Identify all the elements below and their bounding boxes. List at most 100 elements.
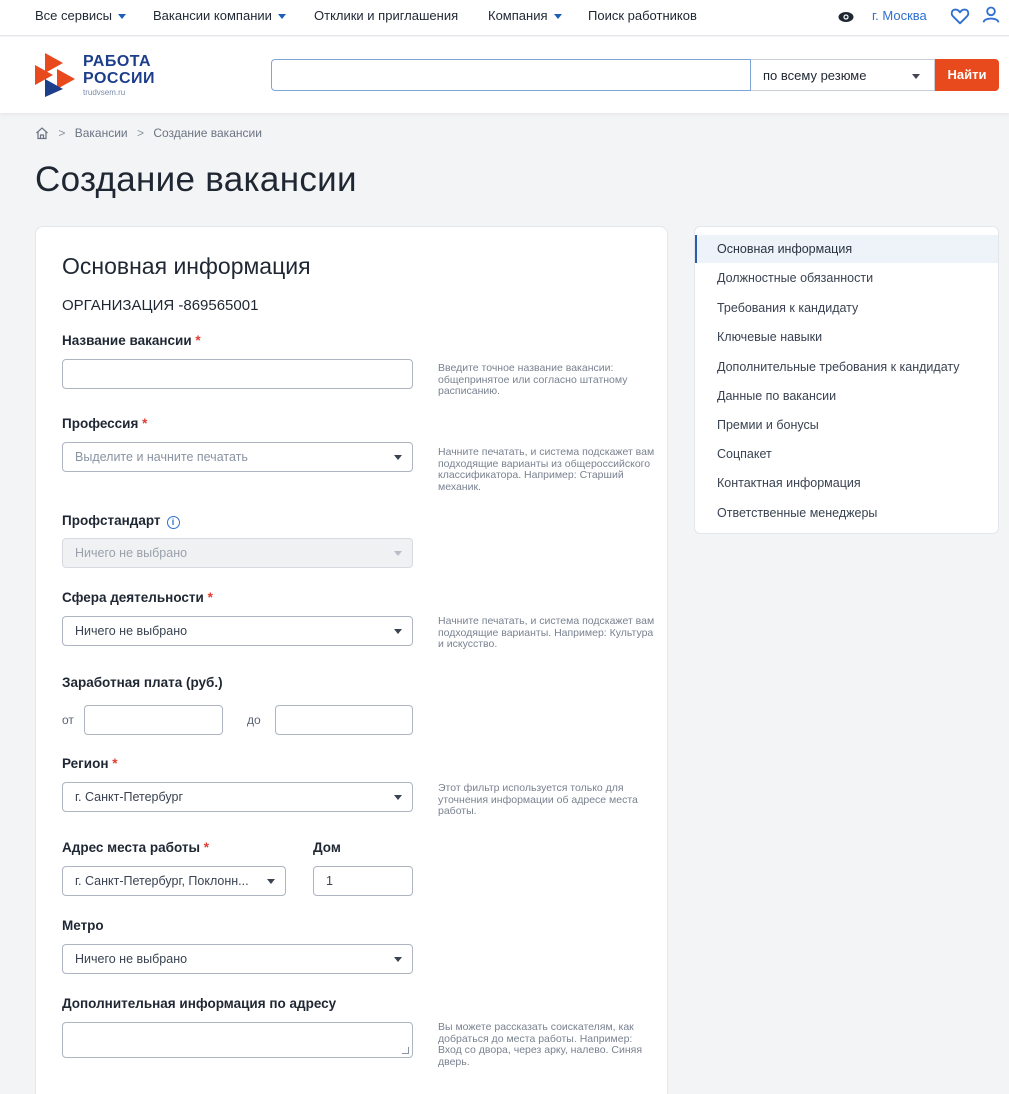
address-label-text: Адрес места работы	[62, 840, 200, 855]
sidebar-item-vacancy-data[interactable]: Данные по вакансии	[695, 382, 998, 410]
salary-to-input[interactable]	[275, 705, 413, 735]
search-button[interactable]: Найти	[935, 59, 999, 91]
city-selector[interactable]: г. Москва	[872, 8, 927, 23]
vacancy-name-hint: Введите точное название вакансии: общепр…	[438, 362, 628, 397]
profession-select[interactable]: Выделите и начните печатать	[62, 442, 413, 472]
breadcrumb-current: Создание вакансии	[153, 126, 262, 140]
sidebar-item-bonuses[interactable]: Премии и бонусы	[695, 411, 998, 439]
heart-icon[interactable]	[949, 5, 971, 27]
sidebar-item-extra-requirements[interactable]: Дополнительные требования к кандидату	[695, 353, 998, 381]
search-scope-value: по всему резюме	[763, 68, 867, 83]
address-value: г. Санкт-Петербург, Поклонн...	[75, 874, 249, 888]
logo-text-line1: РАБОТА	[83, 53, 152, 70]
sidebar-item-key-skills[interactable]: Ключевые навыки	[695, 323, 998, 351]
extra-address-textarea[interactable]	[62, 1022, 413, 1058]
logo-mark-icon	[35, 53, 75, 97]
eye-icon[interactable]	[838, 9, 854, 25]
salary-to-label: до	[247, 713, 261, 727]
site-logo[interactable]: РАБОТА РОССИИ trudvsem.ru	[35, 51, 165, 101]
sidebar-item-contacts[interactable]: Контактная информация	[695, 469, 998, 497]
search-input[interactable]	[271, 59, 751, 91]
required-mark: *	[195, 333, 201, 348]
chevron-down-icon	[267, 879, 275, 884]
salary-from-input[interactable]	[84, 705, 223, 735]
profstandard-label: Профстандарт i	[62, 513, 180, 529]
search-scope-select[interactable]: по всему резюме	[751, 59, 935, 91]
breadcrumb: > Вакансии > Создание вакансии	[35, 126, 262, 140]
nav-responses-invitations[interactable]: Отклики и приглашения	[314, 8, 458, 23]
vacancy-name-input[interactable]	[62, 359, 413, 389]
address-label: Адрес места работы *	[62, 840, 209, 855]
profstandard-value: Ничего не выбрано	[75, 546, 188, 560]
region-value: г. Санкт-Петербург	[75, 790, 184, 804]
house-input[interactable]: 1	[313, 866, 413, 896]
chevron-down-icon	[394, 551, 402, 556]
address-select[interactable]: г. Санкт-Петербург, Поклонн...	[62, 866, 286, 896]
chevron-down-icon	[394, 795, 402, 800]
chevron-down-icon	[394, 455, 402, 460]
extra-address-hint: Вы можете рассказать соискателям, как до…	[438, 1021, 643, 1068]
chevron-down-icon	[394, 629, 402, 634]
chevron-down-icon	[277, 14, 286, 20]
user-icon[interactable]	[980, 4, 1002, 26]
sidebar-item-requirements[interactable]: Требования к кандидату	[695, 294, 998, 322]
metro-select[interactable]: Ничего не выбрано	[62, 944, 413, 974]
sphere-hint: Начните печатать, и система подскажет ва…	[438, 615, 655, 650]
logo-subtext: trudvsem.ru	[83, 88, 126, 97]
logo-text-line2: РОССИИ	[83, 70, 156, 87]
resize-handle-icon[interactable]	[402, 1047, 409, 1054]
section-title: Основная информация	[62, 253, 311, 279]
sidebar-item-social-package[interactable]: Соцпакет	[695, 440, 998, 468]
sidebar-item-basic-info[interactable]: Основная информация	[695, 235, 998, 263]
profession-hint: Начните печатать, и система подскажет ва…	[438, 446, 655, 493]
nav-company-vacancies-label: Вакансии компании	[153, 8, 272, 23]
page-title: Создание вакансии	[35, 160, 357, 199]
sphere-value: Ничего не выбрано	[75, 624, 188, 638]
metro-label: Метро	[62, 918, 104, 933]
profstandard-label-text: Профстандарт	[62, 513, 161, 528]
info-icon[interactable]: i	[166, 516, 180, 529]
region-label: Регион *	[62, 756, 118, 771]
nav-company[interactable]: Компания	[488, 8, 562, 23]
chevron-down-icon	[394, 957, 402, 962]
region-hint: Этот фильтр используется только для уточ…	[438, 782, 638, 817]
metro-value: Ничего не выбрано	[75, 952, 188, 966]
organization-name: ОРГАНИЗАЦИЯ -869565001	[62, 297, 259, 314]
nav-search-workers[interactable]: Поиск работников	[588, 8, 697, 23]
nav-search-workers-label: Поиск работников	[588, 8, 697, 23]
sidebar-item-managers[interactable]: Ответственные менеджеры	[695, 499, 998, 527]
house-label: Дом	[313, 840, 341, 855]
sphere-label-text: Сфера деятельности	[62, 590, 204, 605]
breadcrumb-separator: >	[136, 126, 144, 140]
section-navigation: Основная информация Должностные обязанно…	[694, 226, 999, 534]
nav-responses-label: Отклики и приглашения	[314, 8, 459, 23]
chevron-down-icon	[117, 14, 126, 20]
required-mark: *	[203, 840, 210, 855]
breadcrumb-vacancies[interactable]: Вакансии	[75, 126, 128, 140]
profession-label-text: Профессия	[62, 416, 139, 431]
required-mark: *	[112, 756, 118, 771]
vacancy-name-label: Название вакансии *	[62, 333, 201, 348]
sphere-label: Сфера деятельности *	[62, 590, 213, 605]
top-navigation: Все сервисы Вакансии компании Отклики и …	[0, 0, 1009, 36]
region-label-text: Регион	[62, 756, 109, 771]
required-mark: *	[142, 416, 148, 431]
nav-company-vacancies[interactable]: Вакансии компании	[153, 8, 286, 23]
sidebar-item-duties[interactable]: Должностные обязанности	[695, 264, 998, 292]
home-icon[interactable]	[35, 126, 49, 140]
profstandard-select: Ничего не выбрано	[62, 538, 413, 568]
extra-address-label: Дополнительная информация по адресу	[62, 996, 337, 1011]
chevron-down-icon	[912, 74, 920, 79]
salary-from-label: от	[62, 713, 74, 727]
nav-all-services-label: Все сервисы	[35, 8, 112, 23]
salary-label: Заработная плата (руб.)	[62, 675, 223, 690]
sphere-select[interactable]: Ничего не выбрано	[62, 616, 413, 646]
nav-company-label: Компания	[488, 8, 548, 23]
required-mark: *	[207, 590, 213, 605]
profession-label: Профессия *	[62, 416, 147, 431]
region-select[interactable]: г. Санкт-Петербург	[62, 782, 413, 812]
vacancy-name-label-text: Название вакансии	[62, 333, 192, 348]
chevron-down-icon	[553, 14, 562, 20]
profession-placeholder: Выделите и начните печатать	[75, 450, 248, 464]
nav-all-services[interactable]: Все сервисы	[35, 8, 126, 23]
